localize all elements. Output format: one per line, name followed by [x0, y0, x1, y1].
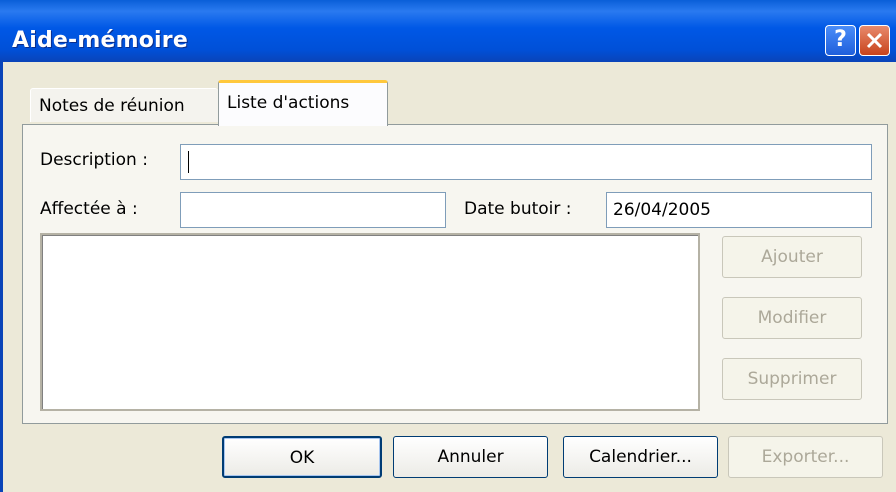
dialog-window: Aide-mémoire ? Notes de réunion Liste d'… [0, 0, 896, 492]
ok-button[interactable]: OK [222, 436, 382, 478]
action-list[interactable] [40, 233, 700, 411]
modify-button[interactable]: Modifier [722, 297, 862, 339]
delete-button[interactable]: Supprimer [722, 358, 862, 400]
close-button[interactable] [859, 25, 890, 56]
close-icon [866, 32, 883, 49]
calendar-button[interactable]: Calendrier... [563, 436, 718, 478]
window-title: Aide-mémoire [12, 28, 188, 53]
help-button[interactable]: ? [825, 25, 856, 56]
cancel-button[interactable]: Annuler [393, 436, 548, 478]
description-label: Description : [40, 150, 148, 170]
tab-meeting-notes[interactable]: Notes de réunion [30, 88, 218, 122]
window-border [0, 62, 3, 492]
export-button[interactable]: Exporter... [728, 436, 883, 478]
add-button[interactable]: Ajouter [722, 236, 862, 278]
assigned-to-input[interactable] [180, 192, 446, 228]
text-caret [188, 151, 189, 173]
title-bar[interactable]: Aide-mémoire ? [0, 0, 896, 62]
assigned-to-label: Affectée à : [40, 199, 138, 219]
help-icon: ? [834, 27, 847, 52]
due-date-label: Date butoir : [464, 199, 572, 219]
due-date-input[interactable]: 26/04/2005 [606, 192, 872, 228]
tab-action-list[interactable]: Liste d'actions [218, 80, 388, 126]
description-input[interactable] [180, 144, 872, 180]
